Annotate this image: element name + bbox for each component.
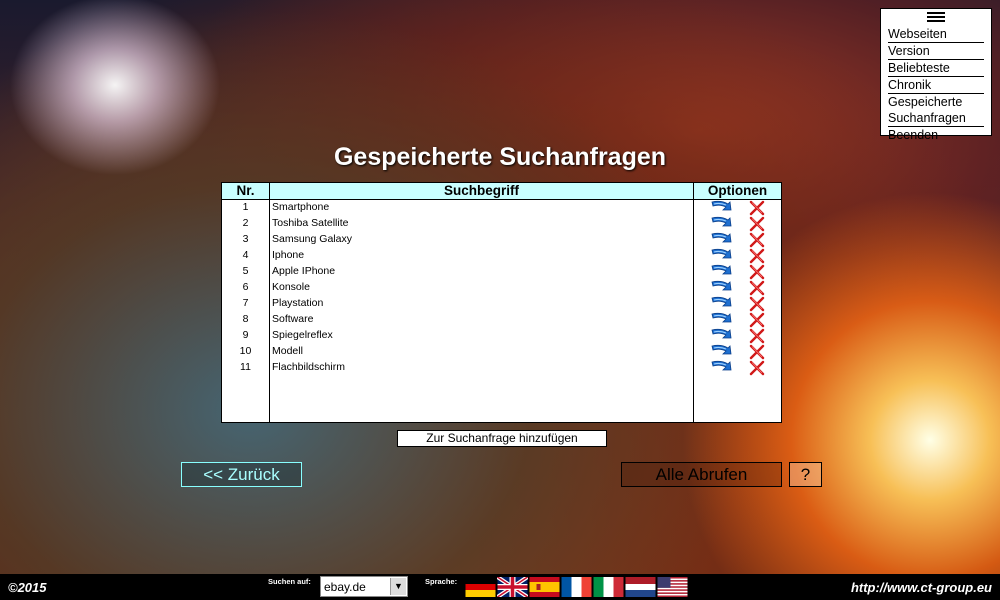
row-number: 11 (240, 361, 251, 373)
us-flag-icon[interactable] (657, 577, 688, 597)
table-row: 6 Konsole (222, 280, 781, 296)
german-flag-icon[interactable] (465, 577, 496, 597)
row-search-term[interactable]: Samsung Galaxy (272, 232, 352, 246)
red-x-delete-icon[interactable] (749, 344, 765, 360)
row-number: 3 (242, 233, 249, 245)
blue-down-arrow-icon[interactable] (709, 360, 733, 376)
row-search-term[interactable]: Apple IPhone (272, 264, 335, 278)
header-nr: Nr. (236, 183, 255, 198)
red-x-delete-icon[interactable] (749, 200, 765, 216)
red-x-delete-icon[interactable] (749, 216, 765, 232)
dutch-flag-icon[interactable] (625, 577, 656, 597)
hamburger-icon[interactable] (927, 12, 945, 23)
table-row: 11 Flachbildschirm (222, 360, 781, 376)
row-search-term[interactable]: Iphone (272, 248, 304, 262)
blue-down-arrow-icon[interactable] (709, 264, 733, 280)
table-row: 2 Toshiba Satellite (222, 216, 781, 232)
chevron-down-icon[interactable]: ▼ (390, 578, 406, 595)
blue-down-arrow-icon[interactable] (709, 248, 733, 264)
row-number: 2 (242, 217, 249, 229)
red-x-delete-icon[interactable] (749, 312, 765, 328)
row-search-term[interactable]: Toshiba Satellite (272, 216, 348, 230)
spanish-flag-icon[interactable] (529, 577, 560, 597)
row-number: 9 (242, 329, 249, 341)
french-flag-icon[interactable] (561, 577, 592, 597)
row-search-term[interactable]: Spiegelreflex (272, 328, 333, 342)
back-button[interactable]: << Zurück (181, 462, 302, 487)
row-number: 5 (242, 265, 249, 277)
header-suchbegriff: Suchbegriff (443, 183, 519, 198)
row-number: 8 (242, 313, 249, 325)
row-search-term[interactable]: Smartphone (272, 200, 329, 214)
table-row: 1 Smartphone (222, 200, 781, 216)
fetch-all-button[interactable]: Alle Abrufen (621, 462, 782, 487)
header-optionen: Optionen (707, 183, 768, 198)
menu-item-beenden[interactable]: Beenden (888, 127, 984, 143)
search-engine-label: Suchen auf: (268, 577, 311, 586)
copyright: ©2015 (8, 580, 47, 595)
table-row: 7 Playstation (222, 296, 781, 312)
menu-list: Webseiten Version Beliebteste Chronik Ge… (888, 26, 984, 143)
row-number: 7 (242, 297, 249, 309)
table-row: 3 Samsung Galaxy (222, 232, 781, 248)
row-number: 1 (242, 201, 249, 213)
blue-down-arrow-icon[interactable] (709, 216, 733, 232)
saved-searches-table: Nr. Suchbegriff Optionen 1 Smartphone 2 Tos… (221, 182, 782, 423)
table-row: 8 Software (222, 312, 781, 328)
red-x-delete-icon[interactable] (749, 296, 765, 312)
red-x-delete-icon[interactable] (749, 328, 765, 344)
row-search-term[interactable]: Playstation (272, 296, 323, 310)
footer-bar: ©2015 Suchen auf: ebay.de ▼ Sprache: htt… (0, 574, 1000, 600)
red-x-delete-icon[interactable] (749, 248, 765, 264)
menu-item-chronik[interactable]: Chronik (888, 77, 984, 94)
row-number: 4 (242, 249, 249, 261)
help-button[interactable]: ? (789, 462, 822, 487)
blue-down-arrow-icon[interactable] (709, 312, 733, 328)
red-x-delete-icon[interactable] (749, 280, 765, 296)
row-search-term[interactable]: Software (272, 312, 313, 326)
blue-down-arrow-icon[interactable] (709, 296, 733, 312)
table-row: 9 Spiegelreflex (222, 328, 781, 344)
menu-item-gespeicherte[interactable]: Gespeicherte (888, 94, 984, 110)
blue-down-arrow-icon[interactable] (709, 344, 733, 360)
red-x-delete-icon[interactable] (749, 360, 765, 376)
row-search-term[interactable]: Konsole (272, 280, 310, 294)
italian-flag-icon[interactable] (593, 577, 624, 597)
page-title: Gespeicherte Suchanfragen (333, 143, 667, 171)
row-search-term[interactable]: Flachbildschirm (272, 360, 345, 374)
red-x-delete-icon[interactable] (749, 232, 765, 248)
blue-down-arrow-icon[interactable] (709, 280, 733, 296)
main-menu: Webseiten Version Beliebteste Chronik Ge… (880, 8, 992, 142)
blue-down-arrow-icon[interactable] (709, 232, 733, 248)
table-row: 4 Iphone (222, 248, 781, 264)
table-header: Nr. Suchbegriff Optionen (222, 183, 781, 200)
menu-item-version[interactable]: Version (888, 43, 984, 60)
website-url[interactable]: http://www.ct-group.eu (851, 580, 992, 595)
add-search-button[interactable]: Zur Suchanfrage hinzufügen (397, 430, 607, 447)
uk-flag-icon[interactable] (497, 577, 528, 597)
blue-down-arrow-icon[interactable] (709, 200, 733, 216)
menu-item-suchanfragen[interactable]: Suchanfragen (888, 110, 984, 127)
table-row: 5 Apple IPhone (222, 264, 781, 280)
search-engine-value: ebay.de (324, 580, 366, 594)
search-engine-select[interactable]: ebay.de ▼ (320, 576, 408, 597)
row-number: 10 (239, 345, 252, 357)
table-row: 10 Modell (222, 344, 781, 360)
language-label: Sprache: (425, 577, 458, 586)
menu-item-beliebteste[interactable]: Beliebteste (888, 60, 984, 77)
red-x-delete-icon[interactable] (749, 264, 765, 280)
blue-down-arrow-icon[interactable] (709, 328, 733, 344)
row-number: 6 (242, 281, 249, 293)
row-search-term[interactable]: Modell (272, 344, 303, 358)
menu-item-webseiten[interactable]: Webseiten (888, 26, 984, 43)
